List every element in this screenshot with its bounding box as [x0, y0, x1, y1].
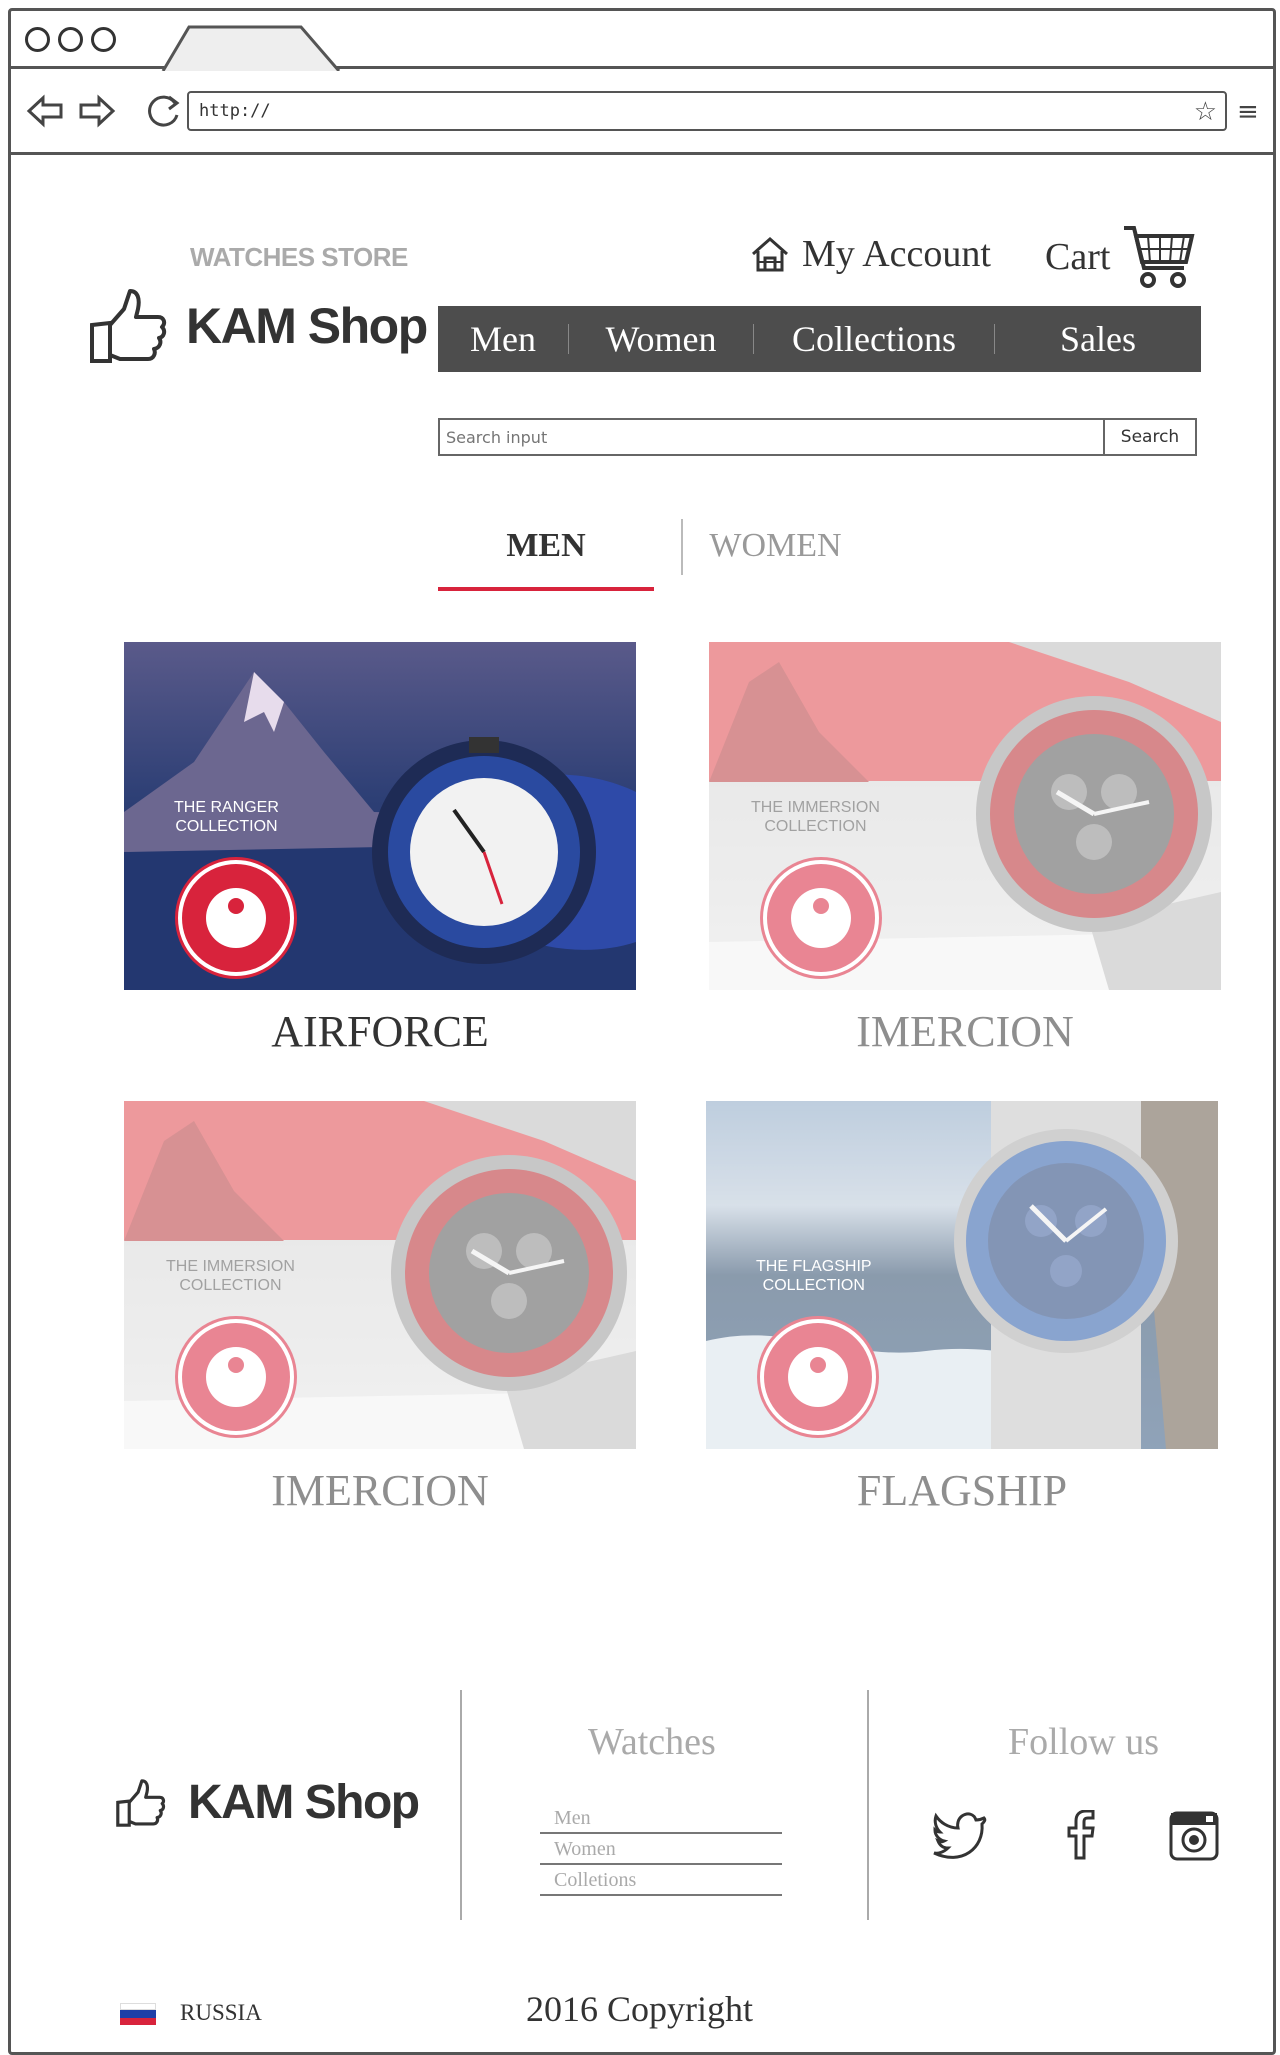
licensed-product-seal [178, 1319, 294, 1435]
footer-watches-links: Men Women Colletions [540, 1803, 782, 1896]
close-window-button[interactable] [25, 27, 50, 52]
collection-label: THE FLAGSHIP COLLECTION [756, 1257, 872, 1295]
cart-label: Cart [1045, 236, 1111, 278]
licensed-product-seal [760, 1319, 876, 1435]
twitter-icon[interactable] [932, 1810, 988, 1860]
search-button[interactable]: Search [1103, 420, 1195, 454]
store-tagline: WATCHES STORE [190, 242, 408, 272]
tab-men[interactable]: MEN [438, 515, 654, 591]
product-image[interactable]: THE FLAGSHIP COLLECTION [706, 1101, 1218, 1449]
url-text: http:// [199, 101, 271, 121]
url-field[interactable]: http:// ☆ [187, 91, 1227, 131]
reload-icon[interactable] [141, 91, 185, 131]
nav-item-women[interactable]: Women [569, 306, 753, 372]
product-name[interactable]: FLAGSHIP [706, 1465, 1218, 1516]
collection-label-line: THE RANGER [174, 799, 279, 816]
forward-arrow-icon[interactable] [77, 93, 117, 129]
licensed-product-seal [178, 860, 294, 976]
copyright-text: 2016 Copyright [526, 1989, 754, 2029]
back-arrow-icon[interactable] [25, 93, 65, 129]
gender-tabs: MEN WOMEN [438, 515, 863, 591]
product-image[interactable]: THE RANGER COLLECTION [124, 642, 636, 990]
collection-label-line: THE IMMERSION [166, 1258, 295, 1275]
collection-label-line: COLLECTION [175, 818, 278, 835]
my-account-label: My Account [802, 233, 991, 275]
collection-label-line: COLLECTION [764, 818, 867, 835]
browser-tab-bar [11, 11, 1273, 71]
thumbs-up-icon [116, 1778, 166, 1827]
collection-label-line: THE FLAGSHIP [756, 1258, 872, 1275]
footer-follow-title: Follow us [1008, 1721, 1159, 1763]
maximize-window-button[interactable] [91, 27, 116, 52]
collection-label: THE RANGER COLLECTION [174, 798, 279, 836]
product-card-flagship[interactable]: THE FLAGSHIP COLLECTION FLAGSHIP [706, 1101, 1218, 1516]
footer-logo[interactable]: KAM Shop [114, 1775, 420, 1830]
cart-link[interactable]: Cart [1045, 222, 1196, 292]
footer-link-women[interactable]: Women [540, 1834, 782, 1865]
window-controls [25, 27, 116, 52]
search-bar: Search [438, 418, 1197, 456]
footer-link-collections[interactable]: Colletions [540, 1865, 782, 1896]
footer-link-men[interactable]: Men [540, 1803, 782, 1834]
instagram-icon[interactable] [1168, 1810, 1220, 1862]
facebook-icon[interactable] [1066, 1810, 1096, 1860]
nav-item-collections[interactable]: Collections [754, 306, 994, 372]
search-input[interactable] [440, 420, 1103, 454]
footer-watches-title: Watches [588, 1721, 716, 1763]
nav-item-men[interactable]: Men [438, 306, 568, 372]
footer-divider [867, 1690, 869, 1920]
licensed-product-seal [763, 860, 879, 976]
product-card-imercion[interactable]: THE IMMERSION COLLECTION IMERCION [124, 1101, 636, 1516]
product-name[interactable]: AIRFORCE [124, 1006, 636, 1057]
product-name[interactable]: IMERCION [124, 1465, 636, 1516]
home-icon [752, 236, 788, 272]
collection-label: THE IMMERSION COLLECTION [751, 798, 880, 836]
product-image[interactable]: THE IMMERSION COLLECTION [709, 642, 1221, 990]
thumbs-up-icon [90, 289, 167, 363]
site-logo[interactable]: KAM Shop [86, 285, 428, 367]
tab-women[interactable]: WOMEN [688, 515, 863, 591]
product-name[interactable]: IMERCION [709, 1006, 1221, 1057]
shopping-cart-icon [1124, 226, 1195, 288]
bookmark-star-icon[interactable]: ☆ [1194, 97, 1217, 127]
collection-label: THE IMMERSION COLLECTION [166, 1257, 295, 1295]
product-image[interactable]: THE IMMERSION COLLECTION [124, 1101, 636, 1449]
collection-label-line: THE IMMERSION [751, 799, 880, 816]
address-bar-row: http:// ☆ ≡ [11, 69, 1273, 155]
browser-menu-icon[interactable]: ≡ [1237, 97, 1259, 127]
collection-label-line: COLLECTION [762, 1277, 865, 1294]
product-card-imercion[interactable]: THE IMMERSION COLLECTION IMERCION [709, 642, 1221, 1057]
collection-label-line: COLLECTION [179, 1277, 282, 1294]
logo-text: KAM Shop [186, 298, 428, 354]
footer-logo-text: KAM Shop [188, 1776, 420, 1829]
tab-divider [681, 519, 683, 575]
nav-item-sales[interactable]: Sales [995, 306, 1201, 372]
my-account-link[interactable]: My Account [750, 232, 991, 276]
main-navigation: Men Women Collections Sales [438, 306, 1201, 372]
footer-divider [460, 1690, 462, 1920]
russia-flag-icon[interactable] [120, 2003, 156, 2025]
browser-tab[interactable] [161, 25, 341, 71]
country-selector[interactable]: RUSSIA [180, 2000, 262, 2026]
minimize-window-button[interactable] [58, 27, 83, 52]
product-card-airforce[interactable]: THE RANGER COLLECTION AIRFORCE [124, 642, 636, 1057]
